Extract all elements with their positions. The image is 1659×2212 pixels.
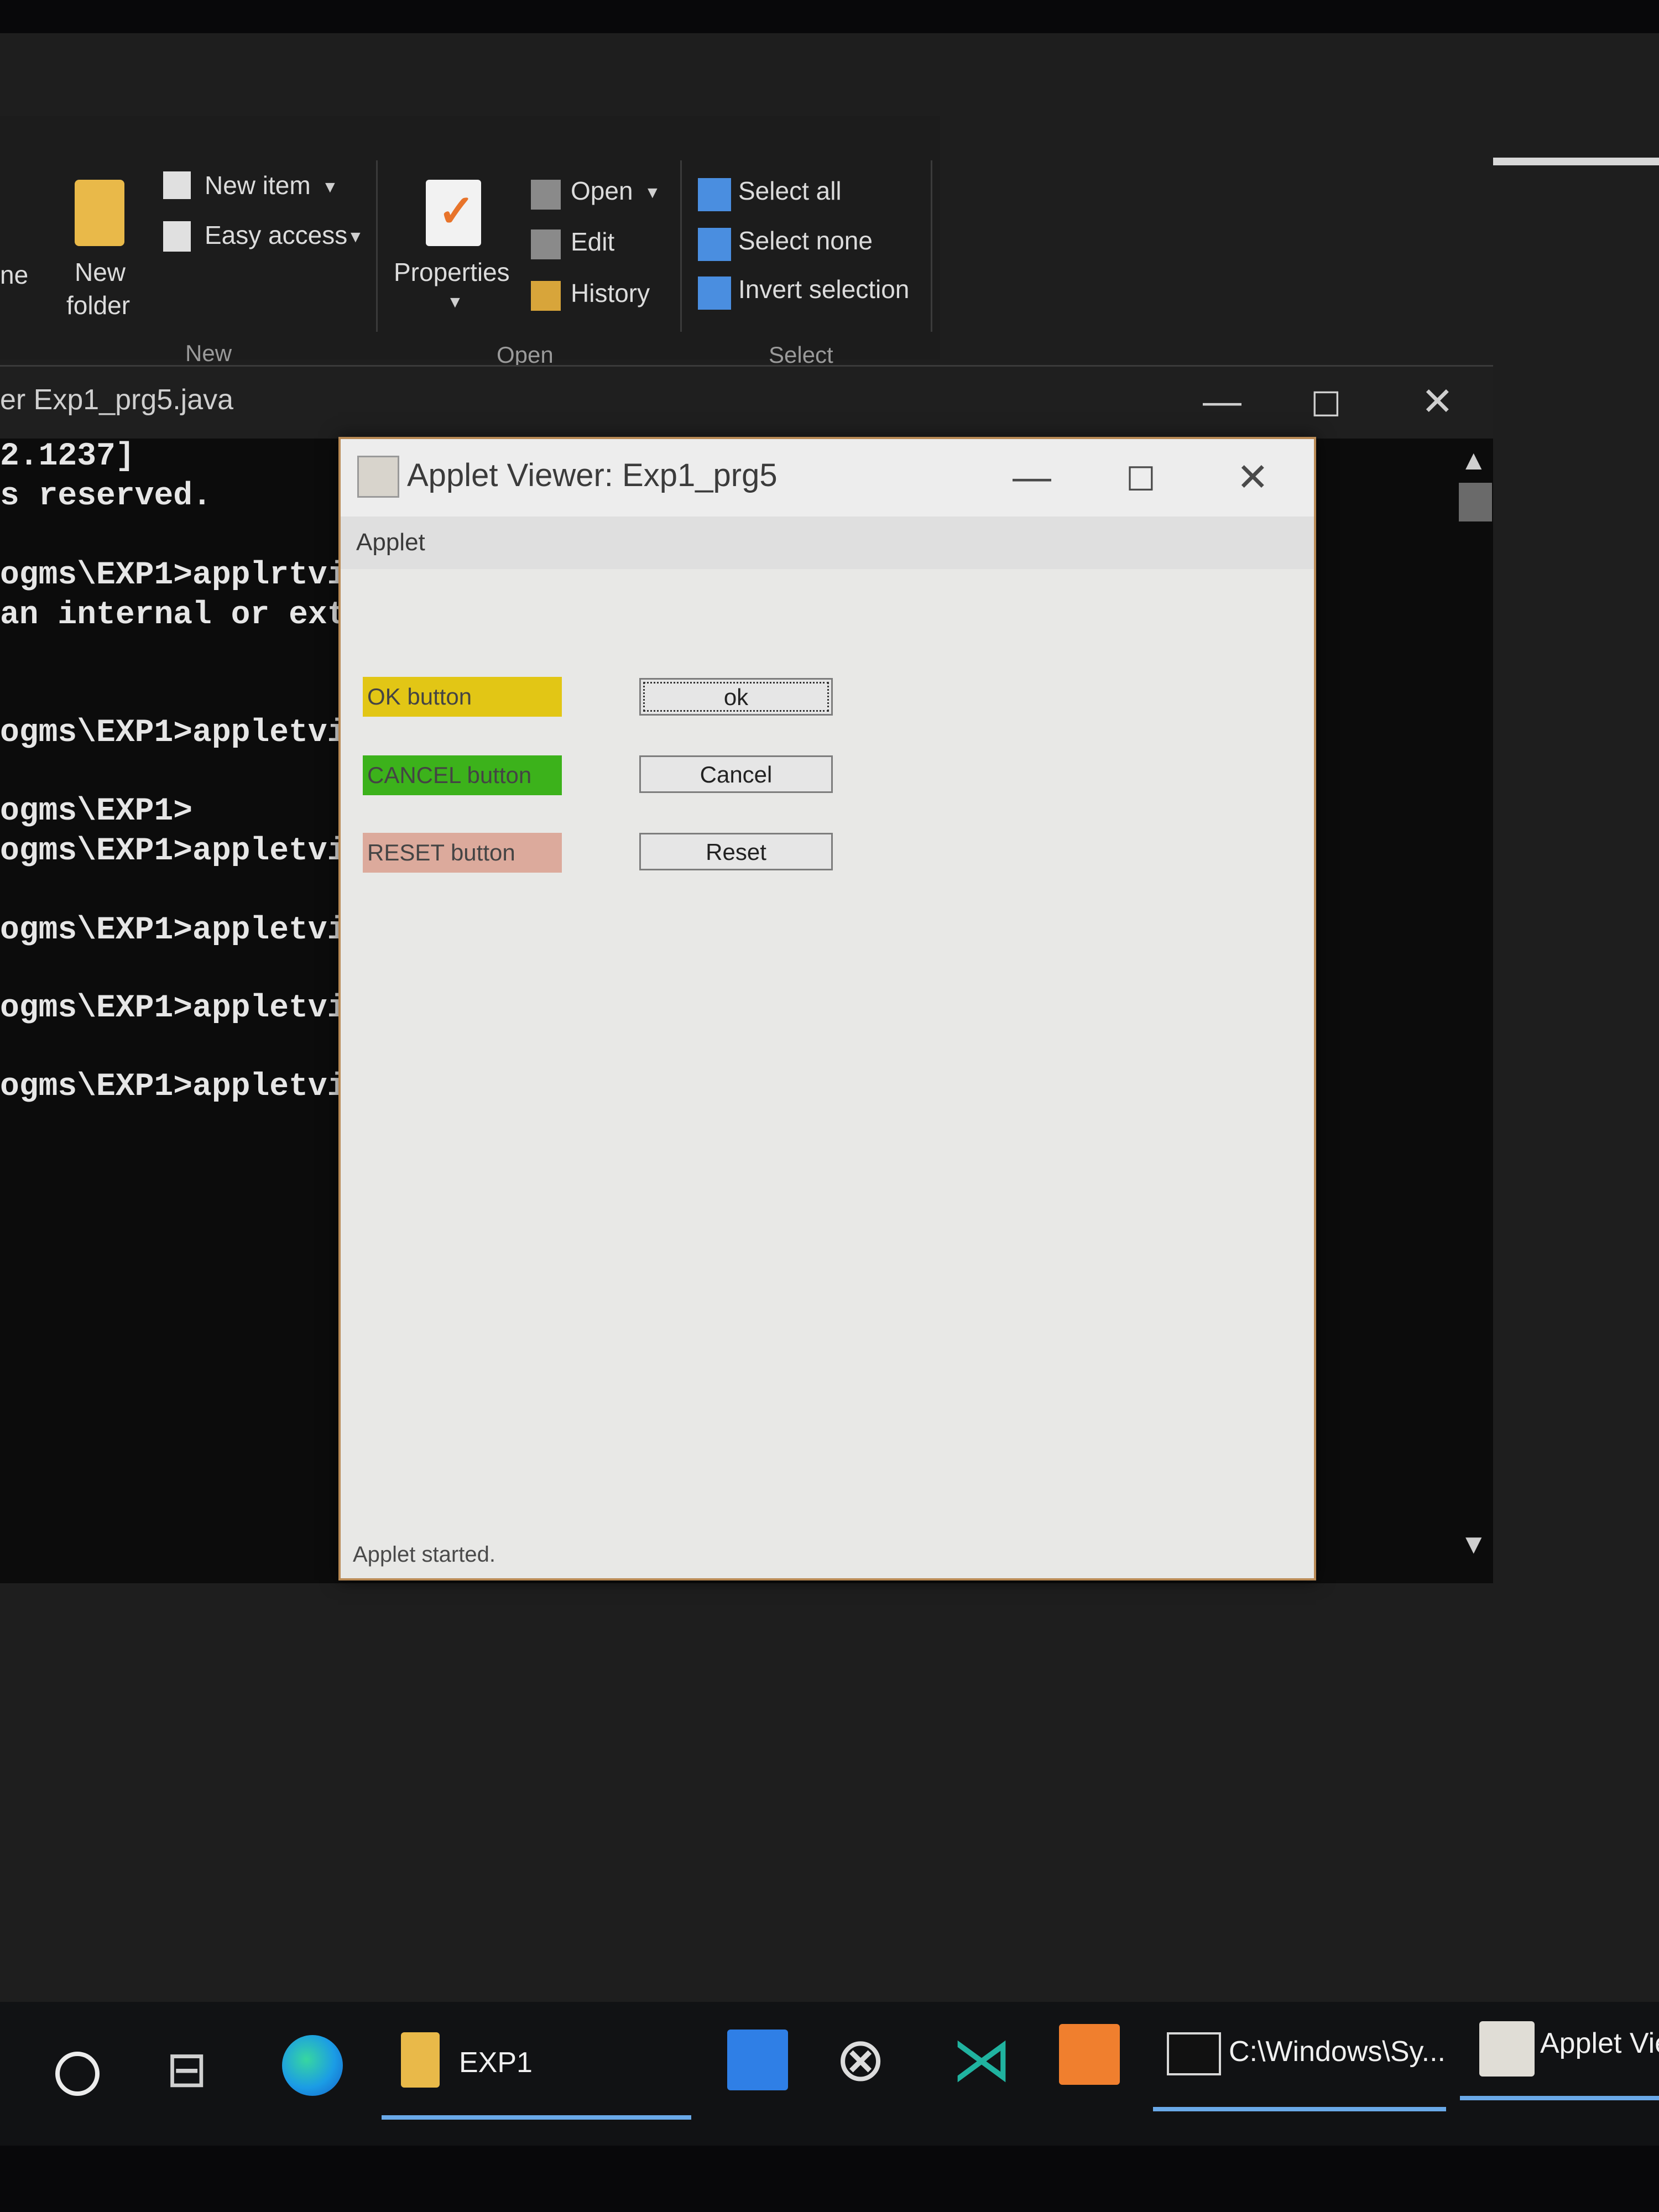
console-title: er Exp1_prg5.java [0,384,234,416]
applet-title: Applet Viewer: Exp1_prg5 [407,457,778,493]
cmd-icon[interactable] [1167,2032,1221,2075]
xbox-icon[interactable]: ⊗ [835,2024,886,2095]
cancel-button[interactable]: Cancel [639,755,833,793]
vscode-icon[interactable]: ⋊ [951,2024,1012,2095]
easy-access-button[interactable]: Easy access [205,220,347,250]
ok-label: OK button [363,677,562,717]
select-none-button[interactable]: Select none [738,226,873,255]
console-line: ogms\EXP1>appletview [0,833,343,869]
explorer-ribbon: ne New folder New item ▼ Easy access ▼ N… [0,116,940,368]
scrollbar-thumb[interactable] [1459,483,1492,521]
taskbar-explorer-label[interactable]: EXP1 [459,2046,533,2079]
console-output: 2.1237] s reserved. ogms\EXP1>applrtview… [0,439,343,1545]
close-icon[interactable]: ✕ [1237,455,1269,500]
edge-icon[interactable] [282,2035,343,2096]
desktop-screen: ne New folder New item ▼ Easy access ▼ N… [0,33,1659,2146]
open-icon [531,180,561,210]
console-line: ogms\EXP1>appletview [0,990,343,1026]
taskbar-applet-label[interactable]: Applet Vie [1540,2027,1659,2060]
group-label-new: New [185,340,232,366]
reset-button[interactable]: Reset [639,833,833,870]
search-circle-icon[interactable] [55,2052,100,2096]
applet-viewer-window[interactable]: Applet Viewer: Exp1_prg5 — ☐ ✕ Applet OK… [338,437,1316,1580]
console-line: an internal or exter [0,597,343,633]
easy-access-icon [163,221,191,252]
background-window-edge [1493,158,1659,165]
select-none-icon [698,228,731,261]
applet-status: Applet started. [353,1542,495,1567]
taskbar: ⊟ EXP1 ⊗ ⋊ C:\Windows\Sy... Applet Vie [0,2002,1659,2146]
properties-button[interactable]: Properties [394,257,510,287]
cancel-label: CANCEL button [363,755,562,795]
edit-icon [531,229,561,259]
new-folder-line1[interactable]: New [75,257,126,287]
maximize-icon[interactable]: ☐ [1126,460,1156,499]
console-line: ogms\EXP1>appletview [0,1069,343,1105]
new-item-icon [163,171,191,199]
console-line: s reserved. [0,478,212,514]
ok-button[interactable]: ok [639,678,833,716]
java-icon [357,456,399,498]
console-line: ogms\EXP1> [0,794,193,830]
new-item-button[interactable]: New item [205,170,311,200]
console-line: 2.1237] [0,439,135,474]
active-indicator [1460,2096,1659,2100]
chevron-down-icon: ▼ [322,178,338,196]
console-titlebar[interactable]: er Exp1_prg5.java — ☐ ✕ [0,367,1493,439]
minimize-icon[interactable]: — [1013,455,1051,499]
properties-icon [426,180,481,246]
java-icon[interactable] [1479,2021,1535,2077]
console-line: ogms\EXP1>appletview [0,912,343,948]
ribbon-partial-label: ne [0,260,29,289]
select-all-button[interactable]: Select all [738,176,842,206]
explorer-icon[interactable] [401,2032,440,2088]
chevron-down-icon: ▼ [447,293,463,311]
open-button[interactable]: Open [571,176,633,206]
chevron-down-icon: ▼ [644,184,661,202]
new-folder-line2[interactable]: folder [66,290,130,320]
history-button[interactable]: History [571,278,650,308]
active-indicator [382,2115,691,2120]
taskbar-cmd-label[interactable]: C:\Windows\Sy... [1229,2035,1446,2068]
applet-menu[interactable]: Applet [356,529,425,556]
select-all-icon [698,178,731,211]
xampp-icon[interactable] [1059,2024,1120,2085]
console-line: ogms\EXP1>applrtview [0,557,343,593]
reset-label: RESET button [363,833,562,873]
group-label-select: Select [769,342,833,368]
maximize-icon[interactable]: ☐ [1311,384,1342,425]
invert-selection-icon [698,276,731,310]
group-label-open: Open [497,342,554,368]
chevron-down-icon: ▼ [347,228,364,246]
scroll-down-icon[interactable]: ▼ [1460,1528,1488,1560]
minimize-icon[interactable]: — [1203,379,1241,423]
history-icon [531,281,561,311]
close-icon[interactable]: ✕ [1421,379,1454,424]
edit-button[interactable]: Edit [571,227,614,257]
active-indicator [1153,2107,1446,2111]
folder-icon [75,180,124,246]
scroll-up-icon[interactable]: ▲ [1460,444,1488,476]
invert-selection-button[interactable]: Invert selection [738,274,909,304]
task-view-icon[interactable]: ⊟ [166,2041,207,2099]
applet-titlebar[interactable]: Applet Viewer: Exp1_prg5 — ☐ ✕ [341,439,1314,517]
applet-menubar: Applet [341,517,1314,569]
app-icon[interactable] [727,2030,788,2090]
console-line: ogms\EXP1>appletview [0,715,343,751]
